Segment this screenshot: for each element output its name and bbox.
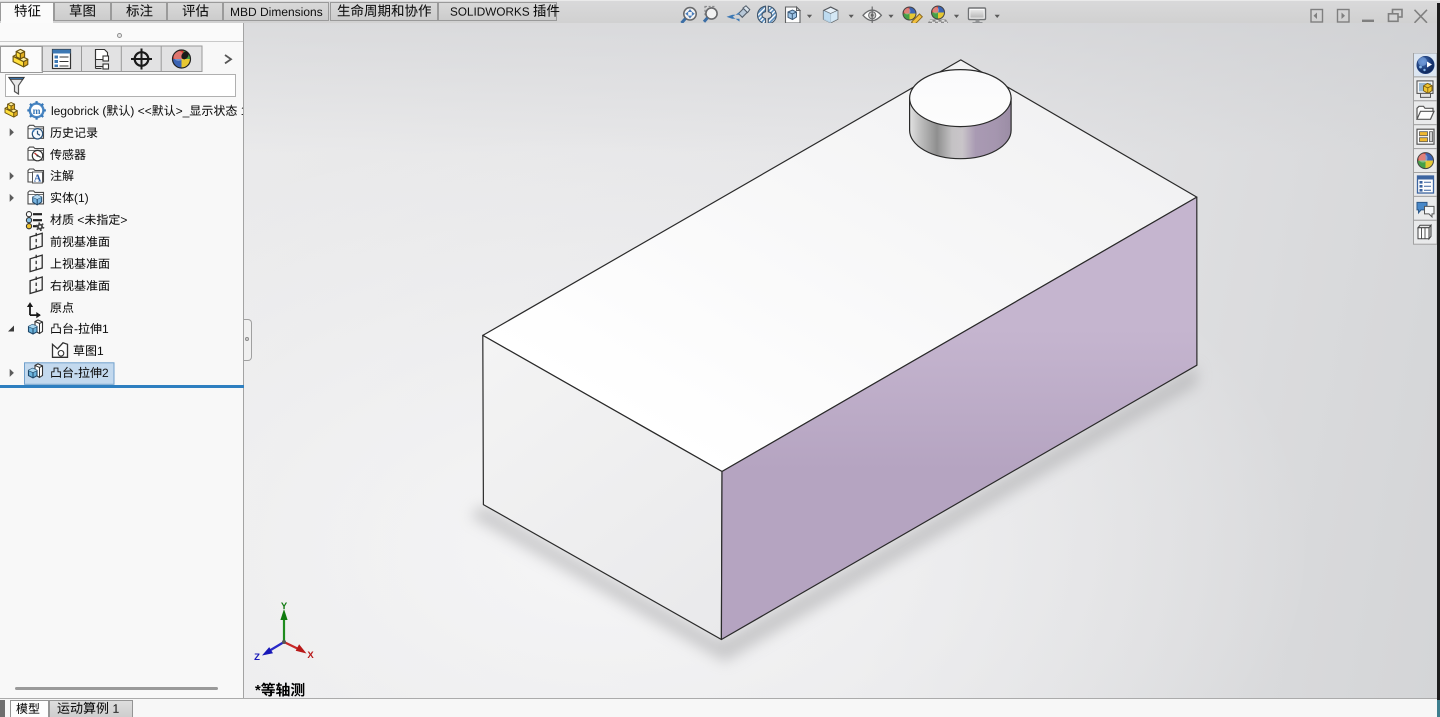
svg-text:Y: Y (281, 601, 288, 612)
svg-text:X: X (307, 650, 314, 661)
svg-text:Z: Z (254, 652, 260, 663)
